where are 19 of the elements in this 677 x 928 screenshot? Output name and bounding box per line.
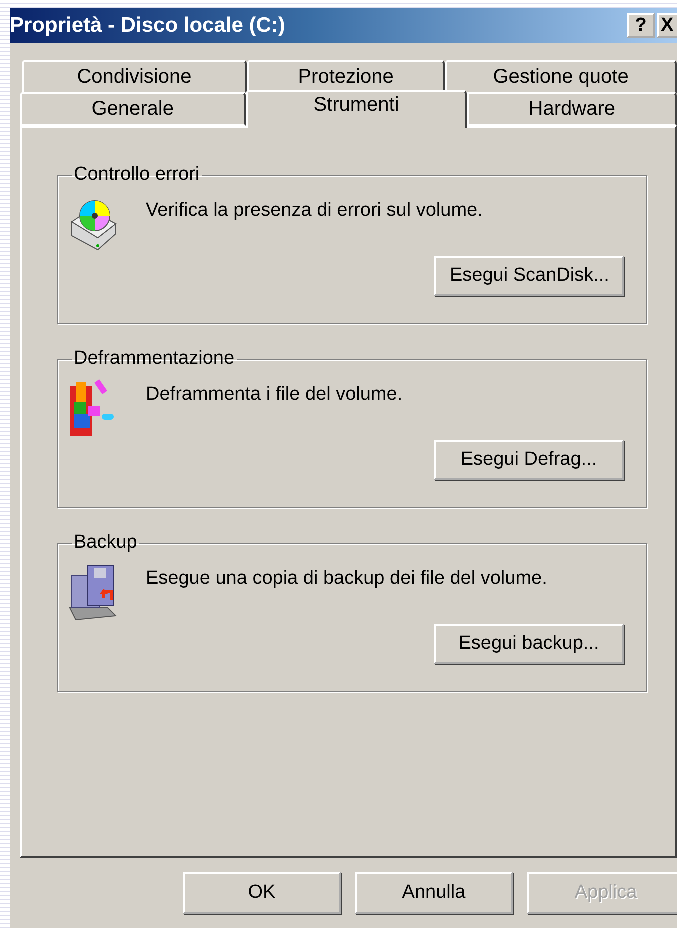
tab[interactable]: Condivisione (22, 60, 247, 94)
tab[interactable]: Hardware (467, 92, 677, 126)
group-description: Esegue una copia di backup dei file del volume. (146, 568, 548, 590)
dialog-button[interactable]: OK (183, 872, 341, 914)
help-button[interactable]: ? (627, 13, 655, 38)
tab[interactable]: Strumenti (246, 90, 468, 128)
dialog-button[interactable]: Annulla (355, 872, 513, 914)
group-title: Deframmentazione (73, 348, 236, 370)
group-description: Deframmenta i file del volume. (146, 384, 403, 406)
tab[interactable]: Generale (20, 92, 246, 126)
action-button[interactable]: Esegui backup... (434, 624, 624, 664)
close-button[interactable]: X (657, 13, 677, 38)
group-description: Verifica la presenza di errori sul volume. (146, 200, 483, 222)
group-title: Backup (73, 532, 138, 554)
tab[interactable]: Gestione quote (445, 60, 677, 94)
window-title: Proprietà - Disco locale (C:) (10, 14, 286, 38)
group-title: Controllo errori (73, 164, 201, 186)
action-button[interactable]: Esegui Defrag... (434, 440, 624, 480)
action-button[interactable]: Esegui ScanDisk... (434, 256, 624, 296)
